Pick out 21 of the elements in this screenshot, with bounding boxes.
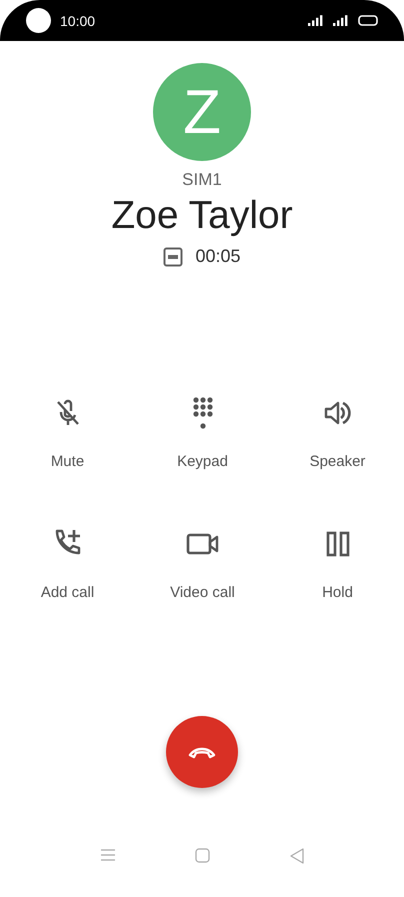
call-duration: 00:05 [195,246,241,267]
camera-cutout-icon [26,8,51,33]
back-icon[interactable] [290,848,304,864]
contact-avatar: Z [153,63,251,161]
call-action-button[interactable]: Video call [170,526,235,601]
battery-icon [358,15,378,26]
call-action-button[interactable]: Keypad [177,395,228,470]
home-icon[interactable] [195,848,210,863]
menu-icon[interactable] [100,848,116,862]
caller-name: Zoe Taylor [111,194,293,238]
signal-icon [308,15,324,26]
signal-icon [333,15,349,26]
hang-up-icon [187,745,217,759]
call-action-button[interactable]: Hold [320,526,356,601]
call-action-button[interactable]: Add call [40,526,94,601]
call-action-button[interactable]: Mute [50,395,86,470]
sim-label: SIM1 [182,170,222,190]
end-call-button[interactable] [166,716,238,788]
hd-icon [163,246,184,266]
call-action-button[interactable]: Speaker [310,395,366,470]
status-time: 10:00 [60,12,96,28]
